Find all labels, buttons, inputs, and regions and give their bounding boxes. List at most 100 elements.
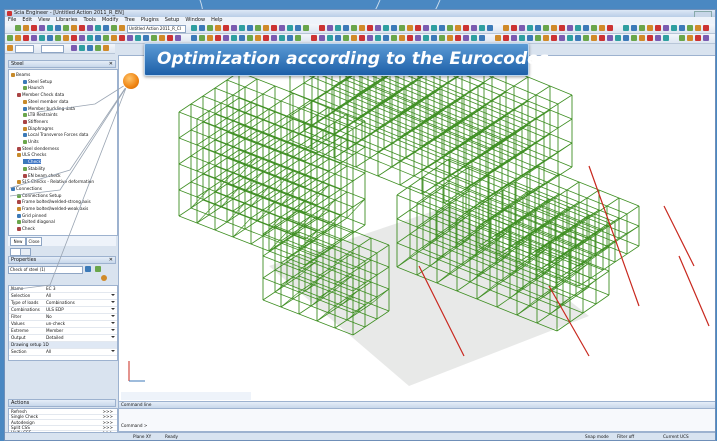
toolbar-icon[interactable]: [151, 35, 157, 41]
toolbar-icon[interactable]: [663, 25, 669, 31]
menu-plugins[interactable]: Plugins: [138, 17, 162, 24]
structure-member[interactable]: [191, 156, 317, 205]
coord-combo[interactable]: [15, 45, 34, 53]
toolbar-icon[interactable]: [479, 25, 485, 31]
tree-item[interactable]: Beams: [11, 72, 30, 77]
toolbar-icon[interactable]: [119, 35, 125, 41]
toolbar-icon[interactable]: [311, 35, 317, 41]
toolbar-icon[interactable]: [535, 35, 541, 41]
structure-member[interactable]: [197, 204, 215, 223]
structure-member[interactable]: [227, 203, 245, 222]
toolbar-icon[interactable]: [359, 35, 365, 41]
toolbar-icon[interactable]: [471, 35, 477, 41]
toolbar-icon[interactable]: [127, 35, 133, 41]
toolbar-icon[interactable]: [567, 25, 573, 31]
3d-viewport[interactable]: [118, 55, 716, 402]
toolbar-icon[interactable]: [271, 35, 277, 41]
toolbar-icon[interactable]: [647, 35, 653, 41]
command-prompt[interactable]: Command >: [121, 423, 147, 428]
toolbar-icon[interactable]: [239, 25, 245, 31]
toolbar-icon[interactable]: [23, 35, 29, 41]
tree-item[interactable]: Haunch: [23, 85, 44, 90]
property-row[interactable]: NameEC 3: [9, 286, 117, 293]
toolbar-icon[interactable]: [47, 25, 53, 31]
tree-item[interactable]: SLS Checks - Relative deformation: [17, 179, 94, 184]
toolbar-icon[interactable]: [111, 35, 117, 41]
toolbar-icon[interactable]: [279, 35, 285, 41]
structure-member[interactable]: [203, 122, 329, 171]
tree-item[interactable]: Local Transverse Forces data: [23, 132, 88, 137]
property-value[interactable]: No: [46, 314, 52, 320]
close-icon[interactable]: ✕: [109, 61, 113, 68]
action-button[interactable]: >>>: [102, 414, 113, 419]
toolbar-icon[interactable]: [687, 35, 693, 41]
tree-item[interactable]: Frame bolted/welded-weak axis: [17, 206, 88, 211]
toolbar-icon[interactable]: [415, 35, 421, 41]
structure-member[interactable]: [191, 104, 317, 153]
toolbar-icon[interactable]: [351, 35, 357, 41]
property-value[interactable]: All: [46, 293, 51, 299]
toolbar-icon[interactable]: [103, 35, 109, 41]
toolbar-icon[interactable]: [335, 35, 341, 41]
toolbar-icon[interactable]: [95, 25, 101, 31]
structure-member[interactable]: [679, 256, 709, 326]
funnel-icon[interactable]: [95, 266, 101, 272]
structure-member[interactable]: [239, 150, 365, 199]
structure-member[interactable]: [215, 192, 341, 241]
toolbar-icon[interactable]: [223, 25, 229, 31]
toolbar-icon[interactable]: [559, 35, 565, 41]
property-value[interactable]: Combinations: [46, 300, 75, 306]
structure-member[interactable]: [191, 130, 317, 179]
toolbar-icon[interactable]: [583, 25, 589, 31]
toolbar-icon[interactable]: [215, 35, 221, 41]
toolbar-icon[interactable]: [551, 25, 557, 31]
toolbar-icon[interactable]: [7, 45, 13, 51]
toolbar-icon[interactable]: [87, 45, 93, 51]
toolbar-icon[interactable]: [239, 35, 245, 41]
property-row[interactable]: Type of loadsCombinations: [9, 300, 117, 307]
toolbar-icon[interactable]: [351, 25, 357, 31]
toolbar-icon[interactable]: [511, 35, 517, 41]
toolbar-icon[interactable]: [159, 35, 165, 41]
toolbar-icon[interactable]: [655, 35, 661, 41]
toolbar-icon[interactable]: [63, 25, 69, 31]
toolbar-icon[interactable]: [503, 25, 509, 31]
chevron-down-icon[interactable]: [111, 308, 115, 310]
property-row[interactable]: FilterNo: [9, 314, 117, 321]
toolbar-icon[interactable]: [271, 25, 277, 31]
menu-tools[interactable]: Tools: [81, 17, 99, 24]
toolbar-icon[interactable]: [599, 35, 605, 41]
toolbar-icon[interactable]: [447, 35, 453, 41]
toolbar-icon[interactable]: [55, 25, 61, 31]
toolbar-icon[interactable]: [135, 35, 141, 41]
structure-member[interactable]: [179, 112, 305, 161]
structure-member[interactable]: [191, 182, 317, 231]
toolbar-icon[interactable]: [279, 25, 285, 31]
tree-item[interactable]: EN beam check: [23, 173, 61, 178]
toolbar-icon[interactable]: [175, 35, 181, 41]
toolbar-icon[interactable]: [639, 35, 645, 41]
toolbar-icon[interactable]: [295, 25, 301, 31]
toolbar-icon[interactable]: [71, 35, 77, 41]
toolbar-icon[interactable]: [207, 25, 213, 31]
settings-icon[interactable]: [101, 275, 107, 281]
toolbar-icon[interactable]: [575, 35, 581, 41]
toolbar-icon[interactable]: [383, 35, 389, 41]
toolbar-icon[interactable]: [15, 35, 21, 41]
chevron-down-icon[interactable]: [111, 329, 115, 331]
property-row[interactable]: Drawing setup 1D: [9, 342, 117, 349]
structure-member[interactable]: [227, 184, 353, 233]
toolbar-icon[interactable]: [71, 45, 77, 51]
toolbar-icon[interactable]: [471, 25, 477, 31]
structure-member[interactable]: [191, 189, 209, 208]
structure-member[interactable]: [221, 188, 239, 207]
chevron-down-icon[interactable]: [111, 336, 115, 338]
structure-member[interactable]: [263, 217, 281, 236]
toolbar-icon[interactable]: [679, 25, 685, 31]
toolbar-icon[interactable]: [375, 35, 381, 41]
toolbar-icon[interactable]: [423, 35, 429, 41]
action-button[interactable]: >>>: [102, 420, 113, 425]
structure-member[interactable]: [589, 166, 639, 306]
tree-item[interactable]: Stiffeners: [23, 119, 48, 124]
tree-item[interactable]: Steel member data: [23, 99, 68, 104]
